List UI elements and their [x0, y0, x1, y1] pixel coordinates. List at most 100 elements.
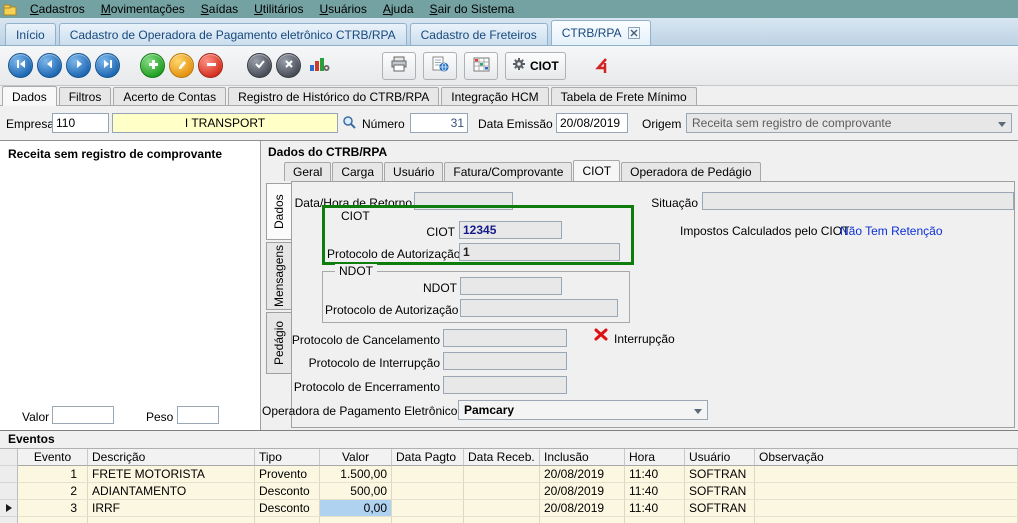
ciot-field-label: CIOT [355, 224, 455, 240]
cell-tipo[interactable]: Provento [255, 466, 320, 483]
interrupcao-x-icon [594, 328, 608, 341]
menu-ajuda[interactable]: Ajuda [375, 1, 422, 17]
cell-valor[interactable]: 1.500,00 [320, 466, 392, 483]
protocolo-autorizacao-input[interactable] [459, 243, 620, 261]
previous-record-button[interactable] [37, 53, 62, 78]
cell-descricao[interactable]: FRETE MOTORISTA [88, 466, 255, 483]
cell-inclusao[interactable]: 20/08/2019 [540, 500, 625, 517]
delete-record-button[interactable] [198, 53, 223, 78]
cell-evento[interactable]: 2 [18, 483, 88, 500]
ctrb-tab-usuario[interactable]: Usuário [384, 162, 443, 181]
cell-observacao[interactable] [755, 483, 1018, 500]
cell-data-pagto[interactable] [392, 466, 464, 483]
cell-observacao[interactable] [755, 466, 1018, 483]
tab-inicio[interactable]: Início [5, 23, 56, 45]
valor-input[interactable] [52, 406, 114, 424]
menu-cadastros[interactable]: Cadastros [22, 1, 93, 17]
situacao-input[interactable] [702, 192, 1014, 210]
page-tab-tabela-frete-minimo[interactable]: Tabela de Frete Mínimo [551, 87, 697, 105]
page-tab-dados[interactable]: Dados [2, 86, 57, 106]
side-tab-dados[interactable]: Dados [266, 183, 292, 240]
next-record-button[interactable] [66, 53, 91, 78]
row-selector-active[interactable] [0, 500, 18, 517]
close-tab-icon[interactable] [628, 27, 640, 39]
origem-select[interactable]: Receita sem registro de comprovante [686, 113, 1012, 133]
spreadsheet-button[interactable] [464, 52, 498, 80]
row-selector[interactable] [0, 466, 18, 483]
cell-usuario[interactable]: SOFTRAN [685, 466, 755, 483]
menu-sair-do-sistema[interactable]: Sair do Sistema [422, 1, 523, 17]
menu-utilitarios[interactable]: Utilitários [246, 1, 311, 17]
eventos-table: Evento Descrição Tipo Valor Data Pagto D… [0, 448, 1018, 523]
cell-evento[interactable]: 3 [18, 500, 88, 517]
tab-cadastro-freteiros[interactable]: Cadastro de Freteiros [410, 23, 548, 45]
cell-hora[interactable]: 11:40 [625, 483, 685, 500]
tab-ctrb-rpa[interactable]: CTRB/RPA [551, 20, 651, 45]
previous-icon [44, 58, 56, 73]
cell-hora[interactable]: 11:40 [625, 500, 685, 517]
ndot-group: NDOT NDOT Protocolo de Autorização [322, 271, 630, 323]
ctrb-tab-ciot[interactable]: CIOT [573, 160, 620, 181]
edit-record-button[interactable] [169, 53, 194, 78]
main-area: Receita sem registro de comprovante Valo… [0, 140, 1018, 430]
ndot-protocolo-input[interactable] [460, 299, 618, 317]
cell-data-pagto[interactable] [392, 483, 464, 500]
confirm-button[interactable] [247, 53, 272, 78]
cell-tipo[interactable]: Desconto [255, 483, 320, 500]
row-selector[interactable] [0, 483, 18, 500]
cell-inclusao[interactable]: 20/08/2019 [540, 483, 625, 500]
menu-saidas[interactable]: Saídas [193, 1, 246, 17]
empresa-code-input[interactable] [52, 113, 109, 133]
page-tab-filtros[interactable]: Filtros [59, 87, 112, 105]
cancel-button[interactable] [276, 53, 301, 78]
cell-usuario[interactable]: SOFTRAN [685, 500, 755, 517]
menu-usuarios[interactable]: Usuários [311, 1, 374, 17]
next-icon [73, 58, 85, 73]
cell-inclusao[interactable]: 20/08/2019 [540, 466, 625, 483]
ctrb-tab-operadora-pedagio[interactable]: Operadora de Pedágio [621, 162, 760, 181]
cell-valor[interactable]: 500,00 [320, 483, 392, 500]
operadora-pagamento-select[interactable]: Pamcary [458, 400, 708, 420]
cell-data-receb[interactable] [464, 483, 540, 500]
cell-data-receb[interactable] [464, 500, 540, 517]
protocolo-encerramento-input[interactable] [443, 376, 567, 394]
page-tab-integracao-hcm[interactable]: Integração HCM [441, 87, 548, 105]
side-tab-mensagens[interactable]: Mensagens [266, 242, 292, 310]
cell-hora[interactable]: 11:40 [625, 466, 685, 483]
ciot-input[interactable] [459, 221, 562, 239]
ctrb-tab-carga[interactable]: Carga [332, 162, 383, 181]
print-button[interactable] [382, 52, 416, 80]
ciot-button[interactable]: CIOT [505, 52, 566, 80]
ctrb-tab-fatura-comprovante[interactable]: Fatura/Comprovante [444, 162, 572, 181]
cell-tipo[interactable]: Desconto [255, 500, 320, 517]
toolbar: CIOT [0, 46, 1018, 86]
add-record-button[interactable] [140, 53, 165, 78]
first-record-button[interactable] [8, 53, 33, 78]
ndot-input[interactable] [460, 277, 562, 295]
col-header-observacao: Observação [755, 449, 1018, 466]
numero-input[interactable] [410, 113, 468, 133]
menu-movimentacoes[interactable]: Movimentações [93, 1, 193, 17]
ctrb-tab-geral[interactable]: Geral [284, 162, 331, 181]
last-record-button[interactable] [95, 53, 120, 78]
protocolo-interrupcao-input[interactable] [443, 352, 567, 370]
page-tab-acerto-de-contas[interactable]: Acerto de Contas [113, 87, 226, 105]
search-icon[interactable] [342, 115, 357, 130]
cell-valor-selected[interactable]: 0,00 [320, 500, 392, 517]
cell-evento[interactable]: 1 [18, 466, 88, 483]
data-emissao-input[interactable] [556, 113, 628, 133]
protocolo-cancelamento-input[interactable] [443, 329, 567, 347]
cell-data-pagto[interactable] [392, 500, 464, 517]
tab-cadastro-operadora[interactable]: Cadastro de Operadora de Pagamento eletr… [59, 23, 407, 45]
cell-data-receb[interactable] [464, 466, 540, 483]
report-button[interactable] [423, 52, 457, 80]
cell-observacao[interactable] [755, 500, 1018, 517]
empresa-name-input[interactable] [112, 113, 338, 133]
cell-usuario[interactable]: SOFTRAN [685, 483, 755, 500]
peso-input[interactable] [177, 406, 219, 424]
cell-descricao[interactable]: ADIANTAMENTO [88, 483, 255, 500]
origem-selected-value: Receita sem registro de comprovante [692, 116, 891, 130]
cell-descricao[interactable]: IRRF [88, 500, 255, 517]
chart-settings-button[interactable] [305, 52, 334, 80]
page-tab-registro-historico[interactable]: Registro de Histórico do CTRB/RPA [228, 87, 439, 105]
